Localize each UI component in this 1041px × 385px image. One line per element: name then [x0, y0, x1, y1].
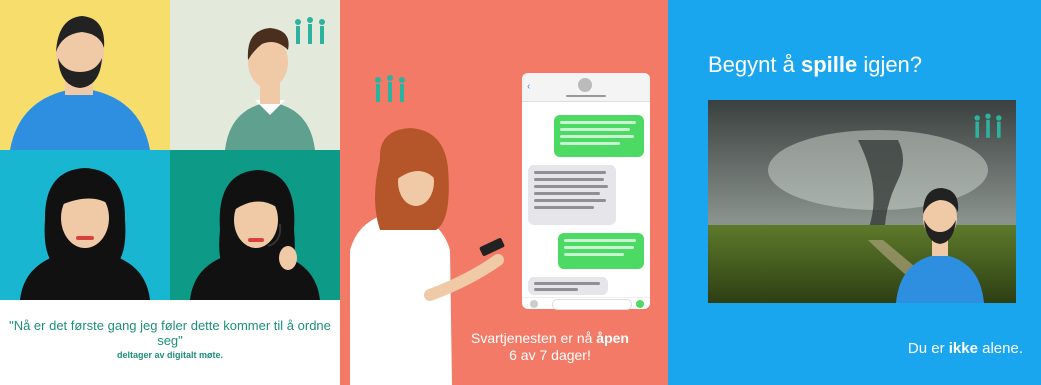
- video-tile-woman: [0, 150, 170, 300]
- chat-header: ‹: [522, 73, 650, 102]
- support-message: Du er ikke alene.: [907, 340, 1023, 357]
- contact-avatar: [578, 78, 592, 92]
- group-logo-icon: [375, 75, 405, 102]
- helpline-message: Svartjenesten er nå åpen 6 av 7 dager!: [471, 330, 629, 363]
- chat-screen: ‹: [522, 73, 650, 310]
- storm-photo: [708, 100, 1016, 303]
- testimonial-quote: "Nå er det første gang jeg føler dette k…: [9, 318, 331, 348]
- woman-headset-illustration: [190, 170, 320, 300]
- group-logo-icon: [295, 17, 325, 44]
- message-received-2: [528, 277, 608, 295]
- camera-icon[interactable]: [530, 300, 538, 308]
- panel-gambling: Begynt å spille igjen? Du er ikke alene.: [668, 0, 1041, 385]
- group-logo-icon: [974, 113, 1002, 138]
- back-icon[interactable]: ‹: [527, 81, 530, 92]
- headline: Begynt å spille igjen?: [708, 52, 923, 77]
- message-sent-1: [554, 115, 644, 157]
- video-tile-man-beard: [0, 0, 170, 150]
- video-tile-man-sweater: [170, 0, 340, 150]
- panel-digital-meeting: "Nå er det første gang jeg føler dette k…: [0, 0, 340, 385]
- message-received-1: [528, 165, 616, 225]
- send-icon[interactable]: [636, 300, 644, 308]
- panel-helpline: ‹ Svartjenesten er nå åpen 6 av 7 dager!: [340, 0, 668, 385]
- testimonial-credit: deltager av digitalt møte.: [116, 350, 224, 360]
- message-sent-2: [558, 233, 644, 269]
- message-input[interactable]: [552, 299, 632, 310]
- man-beard-illustration: [10, 16, 150, 150]
- chat-input-bar[interactable]: [522, 297, 650, 310]
- video-tile-woman-headset: [170, 150, 340, 300]
- woman-illustration: [20, 168, 150, 300]
